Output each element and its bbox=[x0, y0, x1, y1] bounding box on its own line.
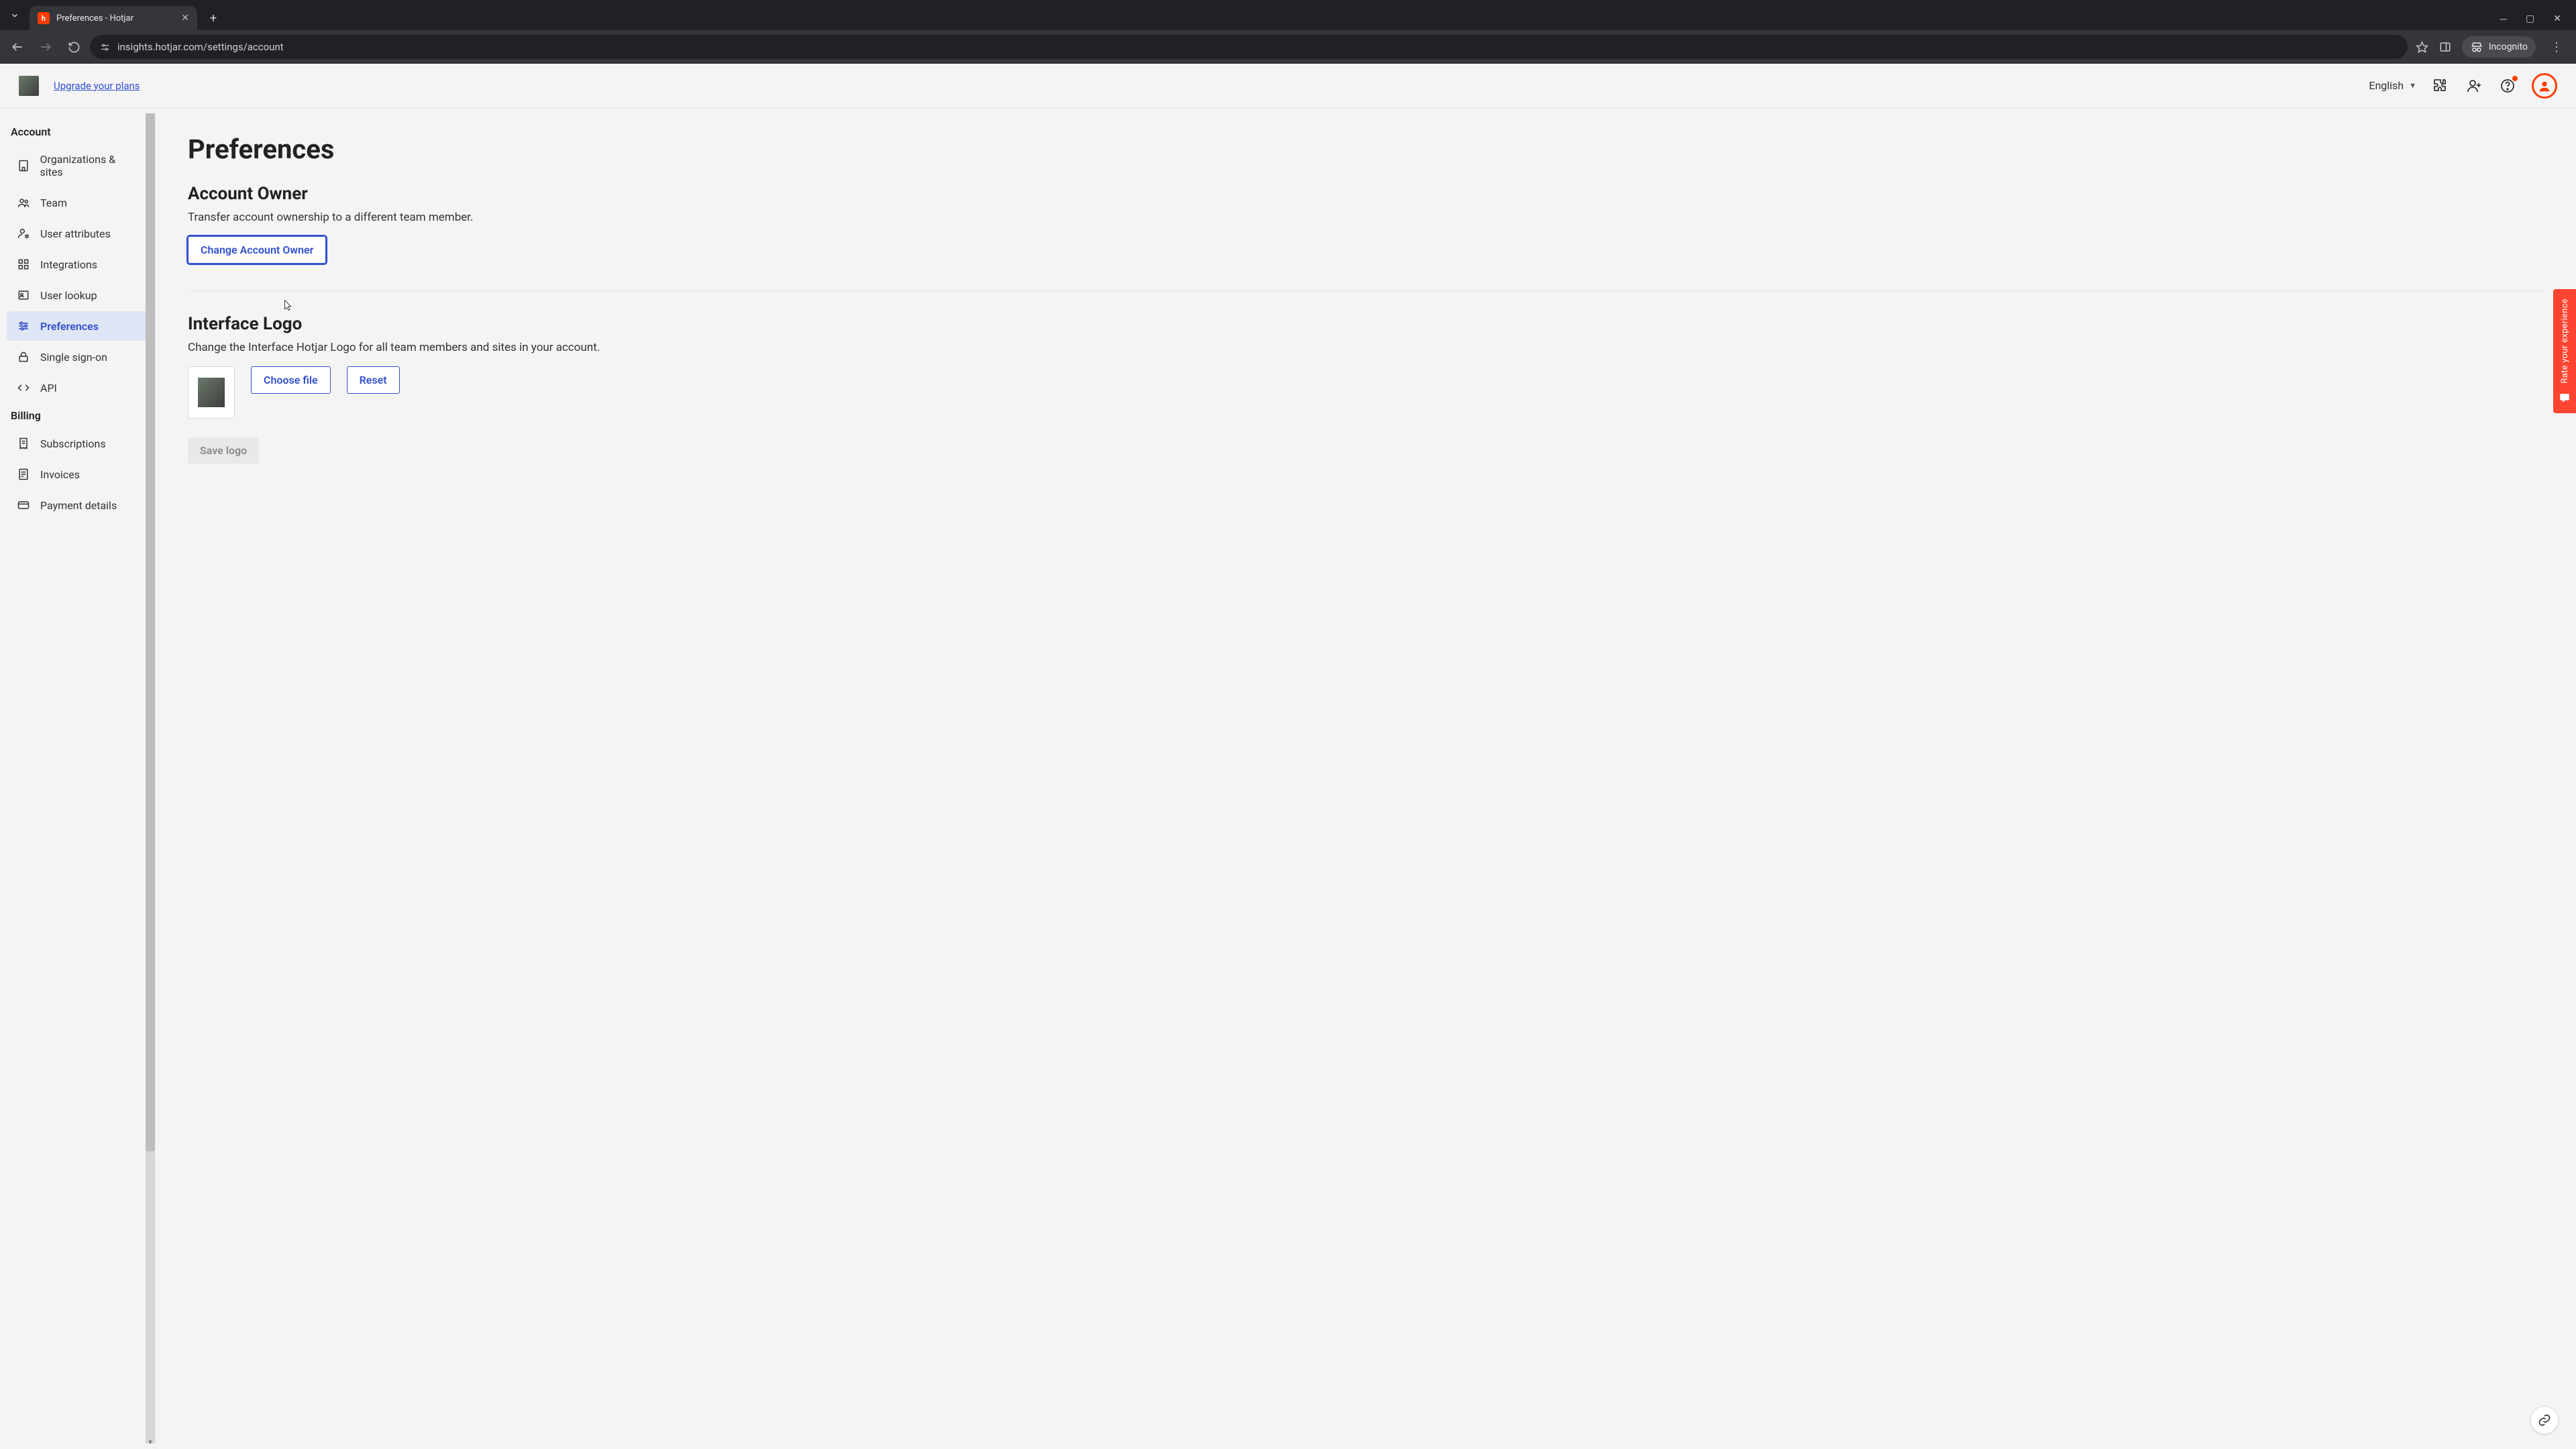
lock-icon bbox=[16, 350, 31, 364]
close-tab-icon[interactable]: ✕ bbox=[181, 13, 189, 23]
site-settings-icon[interactable] bbox=[99, 42, 111, 53]
feedback-tab[interactable]: Rate your experience bbox=[2553, 289, 2576, 413]
sidebar-item-label: Single sign-on bbox=[40, 351, 107, 364]
extensions-icon[interactable] bbox=[2431, 76, 2450, 95]
sidebar-item-invoices[interactable]: Invoices bbox=[7, 460, 148, 489]
window-minimize-icon[interactable]: ─ bbox=[2500, 13, 2507, 25]
team-icon bbox=[16, 196, 31, 209]
chevron-down-icon: ▼ bbox=[2409, 81, 2416, 90]
new-tab-button[interactable]: + bbox=[203, 7, 224, 29]
sidebar-scrollbar[interactable]: ▴ ▾ bbox=[146, 113, 155, 1444]
nav-forward-button[interactable] bbox=[34, 35, 58, 59]
upgrade-plans-link[interactable]: Upgrade your plans bbox=[54, 80, 140, 92]
building-icon bbox=[16, 159, 31, 172]
sidebar-section-account: Account bbox=[0, 120, 155, 144]
sidebar-item-label: Team bbox=[40, 197, 67, 209]
tab-title: Preferences - Hotjar bbox=[56, 13, 174, 23]
settings-sidebar: ▴ ▾ Account Organizations & sites Team U… bbox=[0, 108, 156, 1449]
account-owner-description: Transfer account ownership to a differen… bbox=[188, 211, 2544, 224]
account-logo-thumb[interactable] bbox=[19, 76, 39, 96]
sidebar-item-team[interactable]: Team bbox=[7, 188, 148, 217]
sidebar-item-label: Subscriptions bbox=[40, 437, 106, 450]
sidepanel-icon[interactable] bbox=[2439, 41, 2451, 53]
language-label: English bbox=[2369, 79, 2404, 92]
sidebar-item-label: Payment details bbox=[40, 499, 117, 512]
main-content: Preferences Account Owner Transfer accou… bbox=[156, 108, 2576, 1449]
sidebar-item-label: Preferences bbox=[40, 320, 99, 333]
code-icon bbox=[16, 381, 31, 394]
bookmark-icon[interactable] bbox=[2416, 41, 2428, 54]
incognito-badge[interactable]: Incognito bbox=[2462, 36, 2536, 58]
incognito-label: Incognito bbox=[2489, 42, 2528, 52]
sidebar-item-integrations[interactable]: Integrations bbox=[7, 250, 148, 279]
section-divider bbox=[188, 290, 2544, 291]
sidebar-item-api[interactable]: API bbox=[7, 373, 148, 402]
change-account-owner-button[interactable]: Change Account Owner bbox=[188, 236, 326, 264]
id-card-icon bbox=[16, 288, 31, 302]
sidebar-section-billing: Billing bbox=[0, 404, 155, 427]
help-icon[interactable] bbox=[2498, 76, 2517, 95]
receipt-icon bbox=[16, 437, 31, 450]
chat-icon bbox=[2559, 392, 2571, 404]
notification-dot bbox=[2512, 76, 2518, 81]
sidebar-item-sso[interactable]: Single sign-on bbox=[7, 342, 148, 372]
page-title: Preferences bbox=[188, 133, 2544, 165]
hotjar-favicon: h bbox=[38, 12, 50, 24]
invite-user-icon[interactable] bbox=[2465, 76, 2483, 95]
invoice-icon bbox=[16, 468, 31, 481]
browser-tab[interactable]: h Preferences - Hotjar ✕ bbox=[30, 6, 197, 30]
sidebar-item-label: User attributes bbox=[40, 227, 111, 240]
interface-logo-description: Change the Interface Hotjar Logo for all… bbox=[188, 341, 2544, 354]
sidebar-item-label: Integrations bbox=[40, 258, 97, 271]
save-logo-button[interactable]: Save logo bbox=[188, 437, 259, 464]
browser-menu-icon[interactable]: ⋮ bbox=[2546, 40, 2567, 54]
account-owner-heading: Account Owner bbox=[188, 184, 2544, 204]
sidebar-item-label: Invoices bbox=[40, 468, 80, 481]
reset-logo-button[interactable]: Reset bbox=[347, 366, 400, 394]
window-maximize-icon[interactable]: ▢ bbox=[2526, 13, 2534, 25]
sidebar-item-organizations[interactable]: Organizations & sites bbox=[7, 145, 148, 186]
sidebar-item-label: Organizations & sites bbox=[40, 153, 139, 178]
interface-logo-heading: Interface Logo bbox=[188, 314, 2544, 334]
sidebar-item-label: User lookup bbox=[40, 289, 97, 302]
nav-reload-button[interactable] bbox=[62, 35, 86, 59]
url-text: insights.hotjar.com/settings/account bbox=[117, 41, 284, 53]
logo-preview bbox=[188, 366, 235, 419]
sidebar-item-user-lookup[interactable]: User lookup bbox=[7, 280, 148, 310]
sidebar-item-preferences[interactable]: Preferences bbox=[7, 311, 148, 341]
mouse-cursor-icon bbox=[282, 297, 294, 313]
grid-icon bbox=[16, 258, 31, 271]
sidebar-item-user-attributes[interactable]: User attributes bbox=[7, 219, 148, 248]
link-fab[interactable] bbox=[2530, 1406, 2559, 1434]
profile-avatar[interactable] bbox=[2532, 73, 2557, 99]
tab-search-button[interactable] bbox=[0, 1, 30, 30]
address-bar[interactable]: insights.hotjar.com/settings/account bbox=[90, 35, 2408, 59]
credit-card-icon bbox=[16, 498, 31, 512]
choose-file-button[interactable]: Choose file bbox=[251, 366, 331, 394]
sidebar-item-label: API bbox=[40, 382, 57, 394]
nav-back-button[interactable] bbox=[5, 35, 30, 59]
sliders-icon bbox=[16, 319, 31, 333]
window-close-icon[interactable]: ✕ bbox=[2553, 13, 2561, 25]
language-selector[interactable]: English ▼ bbox=[2369, 79, 2416, 92]
sidebar-item-payment-details[interactable]: Payment details bbox=[7, 490, 148, 520]
feedback-label: Rate your experience bbox=[2560, 299, 2570, 384]
user-gear-icon bbox=[16, 227, 31, 240]
sidebar-item-subscriptions[interactable]: Subscriptions bbox=[7, 429, 148, 458]
